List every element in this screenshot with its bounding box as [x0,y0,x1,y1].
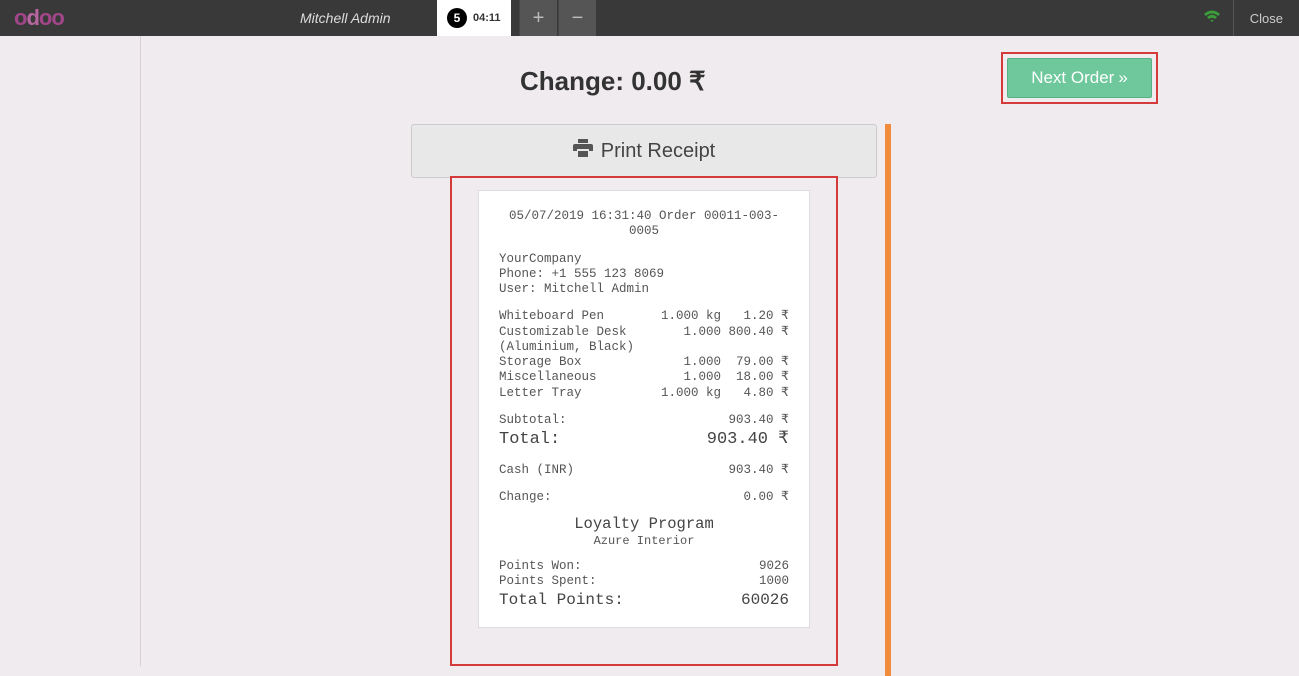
print-receipt-button[interactable]: Print Receipt [411,124,877,178]
odoo-logo: odoo [0,5,78,31]
scrollbar[interactable] [885,124,891,676]
receipt-total: Total:903.40 ₹ [499,430,789,451]
remove-tab-button[interactable]: − [558,0,596,36]
username-label: Mitchell Admin [300,10,391,26]
topbar: odoo Mitchell Admin 5 04:11 + − Close [0,0,1299,36]
chevron-double-right-icon: » [1118,68,1127,88]
change-amount-heading: Change: 0.00 ₹ [520,66,706,97]
wifi-icon [1191,10,1233,27]
order-tab[interactable]: 5 04:11 [437,0,511,36]
tab-badge: 5 [447,8,467,28]
points-spent: Points Spent:1000 [499,574,789,589]
receipt-item: Miscellaneous1.00018.00 ₹ [499,370,789,385]
plus-icon: + [533,7,545,30]
receipt-cash: Cash (INR)903.40 ₹ [499,463,789,478]
add-tab-button[interactable]: + [519,0,557,36]
total-points: Total Points:60026 [499,591,789,611]
points-won: Points Won:9026 [499,559,789,574]
receipt-items: Whiteboard Pen1.000 kg1.20 ₹Customizable… [499,309,789,401]
print-receipt-label: Print Receipt [601,140,716,163]
left-divider [140,36,141,666]
receipt-company: YourCompany [499,252,789,267]
receipt-change: Change:0.00 ₹ [499,490,789,505]
next-order-button[interactable]: Next Order » [1007,58,1152,98]
receipt-item: Storage Box1.00079.00 ₹ [499,355,789,370]
receipt-item: Whiteboard Pen1.000 kg1.20 ₹ [499,309,789,324]
loyalty-heading: Loyalty Program [499,515,789,534]
main-area: Change: 0.00 ₹ Next Order » Print Receip… [0,36,1299,666]
receipt-item: Customizable Desk (Aluminium, Black)1.00… [499,325,789,356]
printer-icon [573,139,593,163]
receipt-subtotal: Subtotal:903.40 ₹ [499,413,789,428]
next-order-label: Next Order [1031,68,1114,88]
receipt-phone: Phone: +1 555 123 8069 [499,267,789,282]
receipt: 05/07/2019 16:31:40 Order 00011-003-0005… [478,190,810,628]
topbar-right: Close [1191,0,1299,36]
minus-icon: − [572,7,584,30]
close-button[interactable]: Close [1233,0,1299,36]
tab-time: 04:11 [473,12,501,24]
receipt-user: User: Mitchell Admin [499,282,789,297]
receipt-order-line: 05/07/2019 16:31:40 Order 00011-003-0005 [499,209,789,240]
loyalty-subtitle: Azure Interior [499,534,789,549]
receipt-item: Letter Tray1.000 kg4.80 ₹ [499,386,789,401]
